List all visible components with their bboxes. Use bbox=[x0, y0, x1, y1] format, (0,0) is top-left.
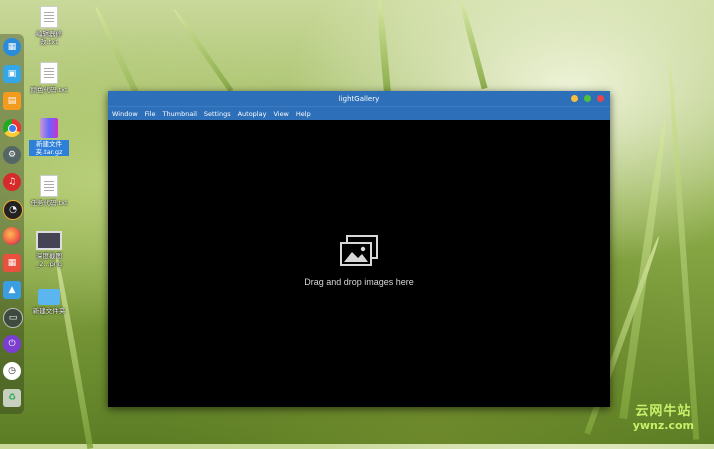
power-icon[interactable]: ⏻ bbox=[3, 335, 21, 353]
menu-autoplay[interactable]: Autoplay bbox=[238, 110, 267, 118]
watermark-line1: 云网牛站 bbox=[635, 404, 692, 419]
desktop-folder[interactable]: 新建文件夹 bbox=[29, 289, 69, 315]
desktop-file-label: 深度截图 _2...png bbox=[36, 252, 62, 268]
firefox-icon[interactable] bbox=[3, 227, 21, 245]
desktop-file-3[interactable]: 任务代码.txt bbox=[29, 175, 69, 207]
image-file-icon bbox=[36, 231, 62, 250]
launcher-icon[interactable]: ▦ bbox=[3, 38, 21, 56]
folder-icon bbox=[38, 289, 60, 305]
desktop-file-2[interactable]: 颜色代码.txt bbox=[29, 62, 69, 94]
archive-icon bbox=[40, 118, 58, 138]
desktop-file-1[interactable]: 编辑器修 改.txt bbox=[29, 6, 69, 46]
store-icon[interactable]: ▣ bbox=[3, 65, 21, 83]
desktop-image[interactable]: 深度截图 _2...png bbox=[29, 231, 69, 268]
grass-blade bbox=[458, 0, 488, 90]
clock-icon[interactable]: ◷ bbox=[3, 362, 21, 380]
lightgallery-window: lightGallery Window File Thumbnail Setti… bbox=[108, 91, 610, 407]
menu-file[interactable]: File bbox=[145, 110, 156, 118]
maximize-button[interactable] bbox=[584, 95, 591, 102]
minimize-button[interactable] bbox=[571, 95, 578, 102]
watermark: 云网牛站 ywnz.com bbox=[633, 400, 694, 432]
menu-view[interactable]: View bbox=[273, 110, 288, 118]
images-icon bbox=[340, 234, 378, 266]
trash-icon[interactable]: ♻ bbox=[3, 389, 21, 407]
text-file-icon bbox=[40, 62, 58, 84]
window-titlebar[interactable]: lightGallery bbox=[108, 91, 610, 106]
desktop-file-label: 颜色代码.txt bbox=[30, 86, 68, 94]
dock: ▦ ▣ ▤ ⚙ ♫ ◔ ▦ ▲ ▭ ⏻ ◷ ♻ bbox=[0, 34, 24, 414]
menu-thumbnail[interactable]: Thumbnail bbox=[163, 110, 197, 118]
desktop-file-label: 新建文件夹 bbox=[32, 307, 66, 315]
close-button[interactable] bbox=[597, 95, 604, 102]
calendar-icon[interactable]: ▦ bbox=[3, 254, 21, 272]
desktop-file-label: 新建文件 夹.tar.gz bbox=[29, 140, 69, 156]
deepin-terminal-icon[interactable]: ▭ bbox=[3, 308, 23, 328]
netease-music-icon[interactable]: ♫ bbox=[3, 173, 21, 191]
settings-icon[interactable]: ⚙ bbox=[3, 146, 21, 164]
text-file-icon bbox=[40, 175, 58, 197]
menu-help[interactable]: Help bbox=[296, 110, 311, 118]
chrome-icon[interactable] bbox=[3, 119, 21, 137]
speedometer-icon[interactable]: ◔ bbox=[3, 200, 23, 220]
grass-blade bbox=[666, 60, 700, 440]
desktop-archive[interactable]: 新建文件 夹.tar.gz bbox=[29, 118, 69, 156]
watermark-line2: ywnz.com bbox=[632, 419, 694, 432]
text-file-icon bbox=[40, 6, 58, 28]
grass-blade bbox=[375, 0, 392, 96]
window-title: lightGallery bbox=[338, 94, 380, 103]
drop-zone[interactable]: Drag and drop images here bbox=[108, 120, 610, 407]
desktop-file-label: 任务代码.txt bbox=[30, 199, 68, 207]
image-viewer-icon[interactable]: ▲ bbox=[3, 281, 21, 299]
menubar: Window File Thumbnail Settings Autoplay … bbox=[108, 106, 610, 120]
files-icon[interactable]: ▤ bbox=[3, 92, 21, 110]
grass-blade bbox=[52, 250, 94, 449]
grass-blade bbox=[171, 7, 234, 93]
menu-window[interactable]: Window bbox=[112, 110, 138, 118]
drop-instructions: Drag and drop images here bbox=[304, 276, 414, 287]
menu-settings[interactable]: Settings bbox=[204, 110, 231, 118]
desktop-file-label: 编辑器修 改.txt bbox=[36, 30, 62, 46]
